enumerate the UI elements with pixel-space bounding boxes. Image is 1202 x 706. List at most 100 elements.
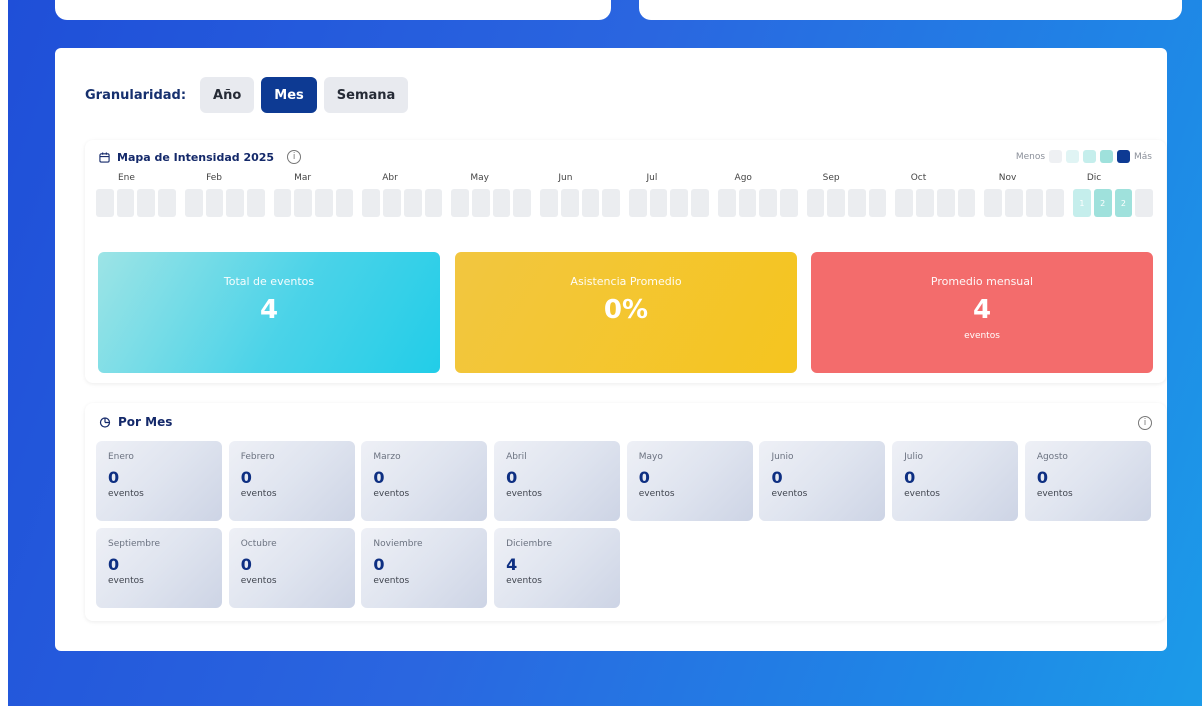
month-unit: eventos xyxy=(240,489,277,499)
heatmap-cell[interactable]: 2 xyxy=(1093,189,1112,217)
heatmap-month-abr xyxy=(362,189,451,217)
heatmap-cell[interactable]: 2 xyxy=(1114,189,1133,217)
month-card-febrero[interactable]: Febrero 0 eventos xyxy=(228,441,355,521)
heatmap-cell[interactable] xyxy=(540,189,558,217)
heatmap-cell[interactable] xyxy=(602,189,620,217)
heatmap-month-sep xyxy=(806,189,896,217)
month-label-col: Feb xyxy=(184,173,272,185)
month-value: 0 xyxy=(240,468,252,487)
month-label: Feb xyxy=(206,173,223,183)
heatmap-cell[interactable] xyxy=(895,189,914,217)
heatmap-month-oct xyxy=(895,189,984,217)
legend-swatch-1 xyxy=(1066,150,1080,163)
heatmap-cell[interactable] xyxy=(848,189,866,217)
heatmap-cell[interactable] xyxy=(273,189,292,217)
legend-swatch-0 xyxy=(1049,150,1063,163)
month-name: Julio xyxy=(904,452,923,462)
month-card-junio[interactable]: Junio 0 eventos xyxy=(759,441,886,521)
legend-swatch-3 xyxy=(1100,150,1114,163)
heatmap-month-jun xyxy=(540,189,629,217)
heatmap-cell[interactable] xyxy=(226,189,244,217)
info-icon[interactable]: i xyxy=(1138,416,1152,430)
heatmap-cell[interactable] xyxy=(717,189,736,217)
heatmap-cell[interactable] xyxy=(335,189,354,217)
month-value: 0 xyxy=(373,468,385,487)
month-card-mayo[interactable]: Mayo 0 eventos xyxy=(626,441,753,521)
heatmap-cell[interactable]: 1 xyxy=(1073,189,1091,217)
top-card-right xyxy=(639,0,1182,20)
heatmap-cell[interactable] xyxy=(691,189,709,217)
month-card-julio[interactable]: Julio 0 eventos xyxy=(892,441,1019,521)
heatmap-cell[interactable] xyxy=(738,189,757,217)
heatmap-cell[interactable] xyxy=(936,189,955,217)
heatmap-cell[interactable] xyxy=(513,189,532,217)
heatmap-cell[interactable] xyxy=(451,189,470,217)
month-value: 0 xyxy=(108,555,120,574)
month-label-col: May xyxy=(448,173,536,185)
heatmap-cell[interactable] xyxy=(205,189,224,217)
stat-attendance-label: Asistencia Promedio xyxy=(570,275,682,288)
heatmap-cell[interactable] xyxy=(628,189,647,217)
month-card-diciembre[interactable]: Diciembre 4 eventos xyxy=(494,528,621,608)
heatmap-cell[interactable] xyxy=(1025,189,1044,217)
month-card-septiembre[interactable]: Septiembre 0 eventos xyxy=(96,528,222,608)
heatmap-cell[interactable] xyxy=(383,189,401,217)
month-card-marzo[interactable]: Marzo 0 eventos xyxy=(361,441,488,521)
month-card-abril[interactable]: Abril 0 eventos xyxy=(494,441,621,521)
heatmap-cell[interactable] xyxy=(827,189,846,217)
heatmap-cell[interactable] xyxy=(957,189,976,217)
heatmap-cell[interactable] xyxy=(1135,189,1153,217)
legend-swatch-2 xyxy=(1083,150,1097,163)
month-card-enero[interactable]: Enero 0 eventos xyxy=(96,441,222,521)
month-card-agosto[interactable]: Agosto 0 eventos xyxy=(1024,441,1151,521)
month-name: Junio xyxy=(771,452,794,462)
heatmap-cell[interactable] xyxy=(670,189,689,217)
granularity-year-button[interactable]: Año xyxy=(200,77,255,113)
granularity-month-button[interactable]: Mes xyxy=(261,77,317,113)
heatmap-cell[interactable] xyxy=(137,189,156,217)
calendar-icon xyxy=(99,151,110,163)
heatmap-cell[interactable] xyxy=(158,189,176,217)
heatmap-cell[interactable] xyxy=(472,189,490,217)
heatmap-cell[interactable] xyxy=(403,189,422,217)
month-unit: eventos xyxy=(108,489,144,499)
heatmap-cell[interactable] xyxy=(184,189,203,217)
heatmap-cell[interactable] xyxy=(806,189,825,217)
month-unit: eventos xyxy=(240,576,277,586)
heatmap-cell[interactable] xyxy=(362,189,381,217)
heatmap-cell[interactable] xyxy=(116,189,135,217)
heatmap-month-jul xyxy=(628,189,718,217)
heatmap-cell[interactable] xyxy=(984,189,1002,217)
month-label-col: Oct xyxy=(889,173,977,185)
heatmap-cell[interactable] xyxy=(96,189,114,217)
main-panel: Granularidad: Año Mes Semana Mapa de Int… xyxy=(55,48,1167,651)
heatmap-cell[interactable] xyxy=(868,189,887,217)
heatmap-cell[interactable] xyxy=(424,189,443,217)
month-value: 0 xyxy=(771,468,783,487)
month-label-col: Ago xyxy=(713,173,801,185)
heatmap-cell[interactable] xyxy=(294,189,313,217)
granularity-week-button[interactable]: Semana xyxy=(323,77,409,113)
month-name: Enero xyxy=(108,452,134,462)
heatmap-cell[interactable] xyxy=(779,189,798,217)
heatmap-cell[interactable] xyxy=(315,189,333,217)
granularity-label: Granularidad: xyxy=(85,87,187,103)
per-month-header: Por Mes xyxy=(99,415,172,429)
heatmap-cell[interactable] xyxy=(916,189,934,217)
heatmap-cell[interactable] xyxy=(649,189,668,217)
heatmap-cell[interactable] xyxy=(246,189,265,217)
heatmap-cell[interactable] xyxy=(759,189,777,217)
heatmap-cell[interactable] xyxy=(1046,189,1065,217)
heatmap-cell[interactable] xyxy=(1004,189,1023,217)
month-label: Dic xyxy=(1086,173,1102,183)
heatmap-cell[interactable] xyxy=(560,189,579,217)
heatmap-cell[interactable] xyxy=(492,189,511,217)
month-cards-grid: Enero 0 eventos Febrero 0 eventos Marzo 0 even… xyxy=(96,441,1155,608)
month-card-noviembre[interactable]: Noviembre 0 eventos xyxy=(361,528,488,608)
month-card-octubre[interactable]: Octubre 0 eventos xyxy=(228,528,355,608)
info-icon[interactable]: i xyxy=(287,150,302,164)
heatmap-cell[interactable] xyxy=(581,189,600,217)
month-label: Oct xyxy=(910,173,927,183)
heatmap-month-may xyxy=(451,189,540,217)
stat-card-total-events: Total de eventos 4 xyxy=(98,252,440,373)
